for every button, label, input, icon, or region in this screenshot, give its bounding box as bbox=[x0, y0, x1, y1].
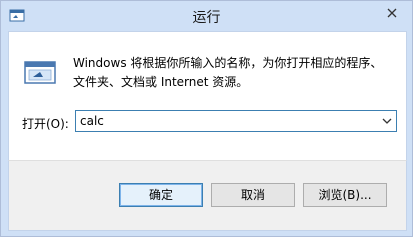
browse-button[interactable]: 浏览(B)... bbox=[303, 183, 387, 207]
run-program-icon bbox=[23, 60, 57, 86]
open-combobox[interactable] bbox=[75, 110, 397, 132]
cancel-button[interactable]: 取消 bbox=[211, 183, 295, 207]
dialog-description: Windows 将根据你所输入的名称，为你打开相应的程序、 文件夹、文档或 In… bbox=[73, 54, 398, 92]
title-bar[interactable]: 运行 bbox=[1, 1, 412, 31]
run-dialog: 运行 Windows 将根据你所输入的名称，为你打开相应的程序、 文件夹、文档或… bbox=[0, 0, 413, 237]
window-title: 运行 bbox=[192, 10, 221, 26]
close-icon bbox=[387, 8, 397, 18]
dialog-body: Windows 将根据你所输入的名称，为你打开相应的程序、 文件夹、文档或 In… bbox=[8, 31, 407, 160]
open-label: 打开(O): bbox=[22, 117, 69, 131]
button-bar: 确定 取消 浏览(B)... bbox=[8, 160, 407, 231]
open-input[interactable] bbox=[80, 113, 370, 129]
ok-button[interactable]: 确定 bbox=[119, 183, 203, 207]
close-button[interactable] bbox=[378, 3, 406, 23]
description-line-2: 文件夹、文档或 Internet 资源。 bbox=[73, 75, 249, 89]
description-line-1: Windows 将根据你所输入的名称，为你打开相应的程序、 bbox=[73, 56, 383, 70]
chevron-down-icon[interactable] bbox=[381, 115, 393, 127]
